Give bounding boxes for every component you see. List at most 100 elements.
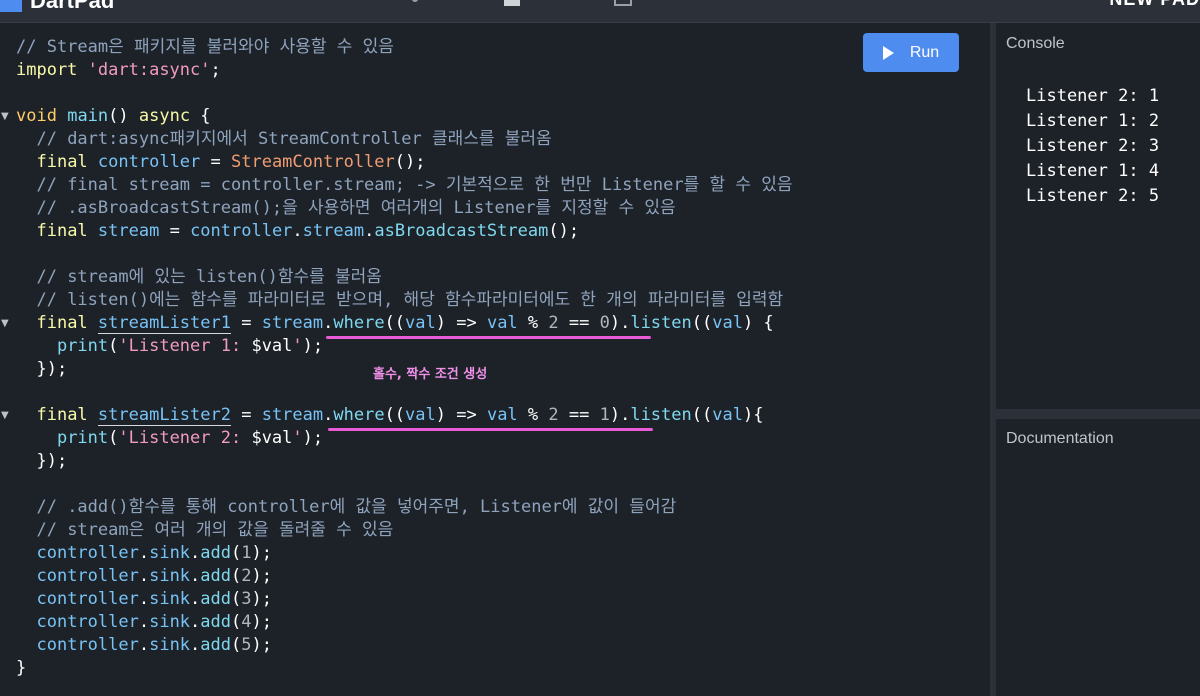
console-line: Listener 1: 2 <box>1026 111 1160 131</box>
code-token: . <box>292 221 303 241</box>
code-token: 2 <box>548 313 559 333</box>
code-token: ); <box>251 566 272 586</box>
code-line: // listen()에는 함수를 파라미터로 받으며, 해당 함수파라미터에도… <box>0 289 793 312</box>
code-token: val <box>486 313 518 333</box>
code-token: ); <box>302 428 324 448</box>
run-button-label: Run <box>909 43 940 61</box>
code-line: // dart:async패키지에서 StreamController 클래스를… <box>0 128 793 151</box>
code-token: 'Listener 2: <box>118 428 252 448</box>
toolbar-file-icon[interactable] <box>504 0 520 6</box>
fold-toggle-icon[interactable]: ▼ <box>1 105 9 128</box>
code-token: // .add()함수를 통해 controller에 값을 넣어주면, Lis… <box>36 497 677 517</box>
code-token: import <box>16 60 78 80</box>
code-token: }); <box>16 359 68 379</box>
code-token: asBroadcastStream <box>374 221 549 241</box>
code-token: val <box>486 405 518 425</box>
code-token: // .asBroadcastStream();을 사용하면 여러개의 List… <box>36 198 676 218</box>
fold-toggle-icon[interactable]: ▼ <box>1 312 9 335</box>
code-token: final <box>36 221 88 241</box>
code-token: ( <box>231 635 242 655</box>
code-line: import 'dart:async'; <box>0 59 793 82</box>
toolbar-folder-icon[interactable] <box>614 0 632 6</box>
code-line: } <box>0 657 793 680</box>
code-token: % <box>517 405 549 425</box>
panel-separator[interactable] <box>996 409 1200 419</box>
code-token: ) => <box>435 405 487 425</box>
documentation-panel: Documentation <box>996 419 1200 696</box>
code-token: ); <box>302 336 324 356</box>
app-brand[interactable]: DartPad <box>0 0 114 13</box>
toolbar-dot-icon[interactable] <box>412 0 418 2</box>
code-token: // stream은 여러 개의 값을 돌려줄 수 있음 <box>36 520 394 540</box>
code-token: . <box>190 566 201 586</box>
code-line: controller.sink.add(4); <box>0 611 793 634</box>
code-token: add <box>200 635 232 655</box>
code-token: streamLister1 <box>97 313 231 334</box>
code-token: // dart:async패키지에서 StreamController 클래스를… <box>36 129 552 149</box>
code-token: . <box>138 589 150 609</box>
code-token: . <box>323 405 334 425</box>
code-line: // stream은 여러 개의 값을 돌려줄 수 있음 <box>0 519 793 542</box>
code-token: == <box>558 313 600 333</box>
code-token: 1 <box>241 543 252 563</box>
code-line: }); <box>0 450 793 473</box>
code-token: } <box>16 658 27 678</box>
code-token: (( <box>384 405 406 425</box>
code-token: ) => <box>435 313 487 333</box>
code-token: controller <box>36 543 139 563</box>
code-token: ( <box>108 428 119 448</box>
code-token: . <box>190 543 201 563</box>
code-token: sink <box>149 612 191 632</box>
code-line: // stream에 있는 listen()함수를 불러옴 <box>0 266 793 289</box>
code-token: 5 <box>241 635 252 655</box>
code-editor[interactable]: // Stream은 패키지를 불러와야 사용할 수 있음 import 'dar… <box>0 23 990 696</box>
code-token: // final stream = controller.stream; -> … <box>36 175 793 195</box>
code-line: ▼ final streamLister2 = stream.where((va… <box>0 404 793 427</box>
run-button[interactable]: Run <box>863 33 959 72</box>
code-token: add <box>200 543 232 563</box>
code-token: . <box>323 313 334 333</box>
code-token: $val <box>251 336 293 356</box>
code-token: 'Listener 1: <box>118 336 252 356</box>
code-line: // .asBroadcastStream();을 사용하면 여러개의 List… <box>0 197 793 220</box>
code-token: . <box>138 612 150 632</box>
code-token: controller <box>97 152 201 172</box>
code-token: controller <box>36 589 139 609</box>
annotation-note: 홀수, 짝수 조건 생성 <box>373 367 488 382</box>
code-token: 3 <box>241 589 252 609</box>
code-line: // Stream은 패키지를 불러와야 사용할 수 있음 <box>0 36 793 59</box>
fold-toggle-icon[interactable]: ▼ <box>1 404 9 427</box>
code-token: // listen()에는 함수를 파라미터로 받으며, 해당 함수파라미터에도… <box>36 290 784 310</box>
code-token: ; <box>210 60 221 80</box>
new-pad-button[interactable]: NEW PAD <box>1109 0 1200 10</box>
code-token: stream <box>302 221 365 241</box>
play-icon <box>882 45 894 60</box>
code-token: ); <box>251 612 272 632</box>
code-token: (( <box>384 313 406 333</box>
code-token: final <box>36 405 88 425</box>
code-token: print <box>56 336 109 356</box>
highlight-underline-2 <box>328 428 653 431</box>
console-panel: Console Listener 2: 1 Listener 1: 2 Listen… <box>996 23 1200 409</box>
code-token: ); <box>251 635 272 655</box>
code-token: ' <box>292 428 303 448</box>
console-title: Console <box>1006 35 1065 52</box>
code-token: add <box>200 589 232 609</box>
code-line: final stream = controller.stream.asBroad… <box>0 220 793 243</box>
code-token: where <box>333 313 385 333</box>
